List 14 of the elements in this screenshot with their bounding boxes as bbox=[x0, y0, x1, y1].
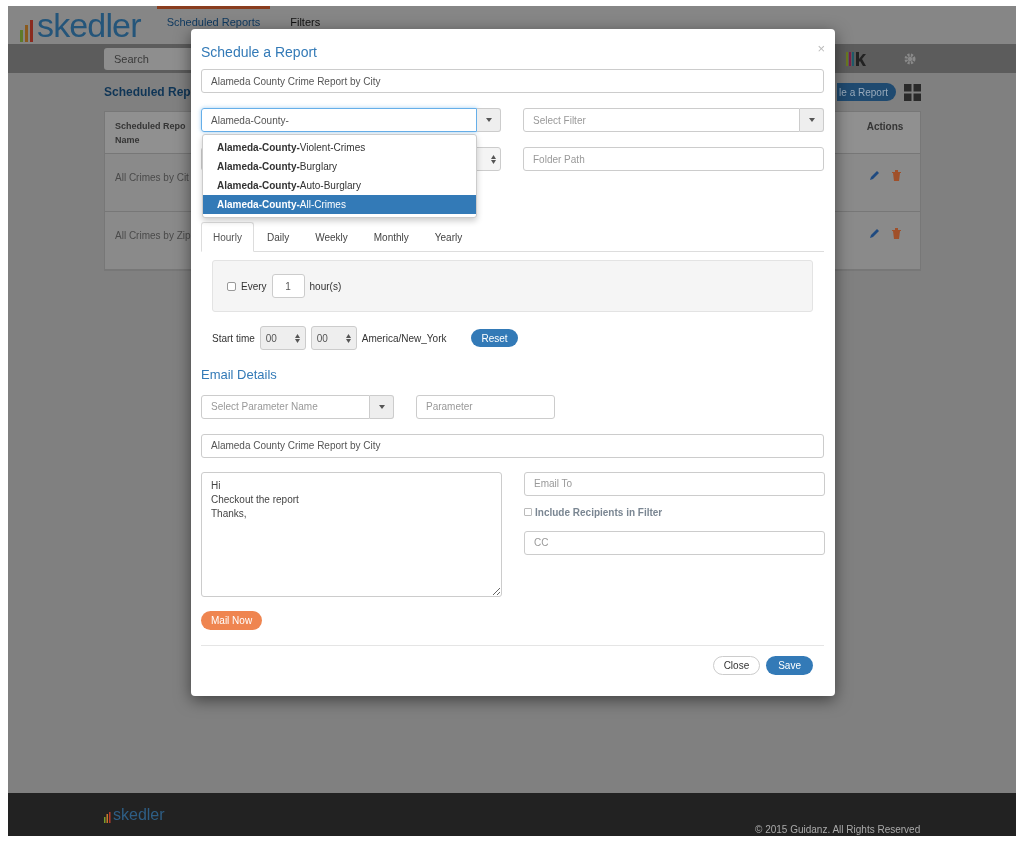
section-heading: Email Details bbox=[201, 366, 278, 384]
unit-label: hour(s) bbox=[309, 279, 342, 294]
page-heading: Scheduled Rep bbox=[104, 84, 191, 101]
include-recipients-label: Include Recipients in Filter bbox=[535, 505, 663, 520]
dialog-title: Schedule a Report bbox=[201, 42, 317, 62]
table-cell-text: All Crimes by Zip bbox=[114, 229, 191, 243]
start-time-label: Start time bbox=[212, 331, 255, 346]
table-cell-text: All Crimes by Cit bbox=[114, 171, 189, 185]
timezone-label: America/New_York bbox=[361, 331, 447, 346]
copyright-text: © 2015 Guidanz. All Rights Reserved bbox=[755, 823, 921, 837]
footer-logo: skedler bbox=[113, 807, 165, 823]
column-header: Actions bbox=[865, 120, 905, 134]
every-label: Every bbox=[241, 279, 267, 294]
column-header: Scheduled Repo Name bbox=[115, 120, 186, 147]
